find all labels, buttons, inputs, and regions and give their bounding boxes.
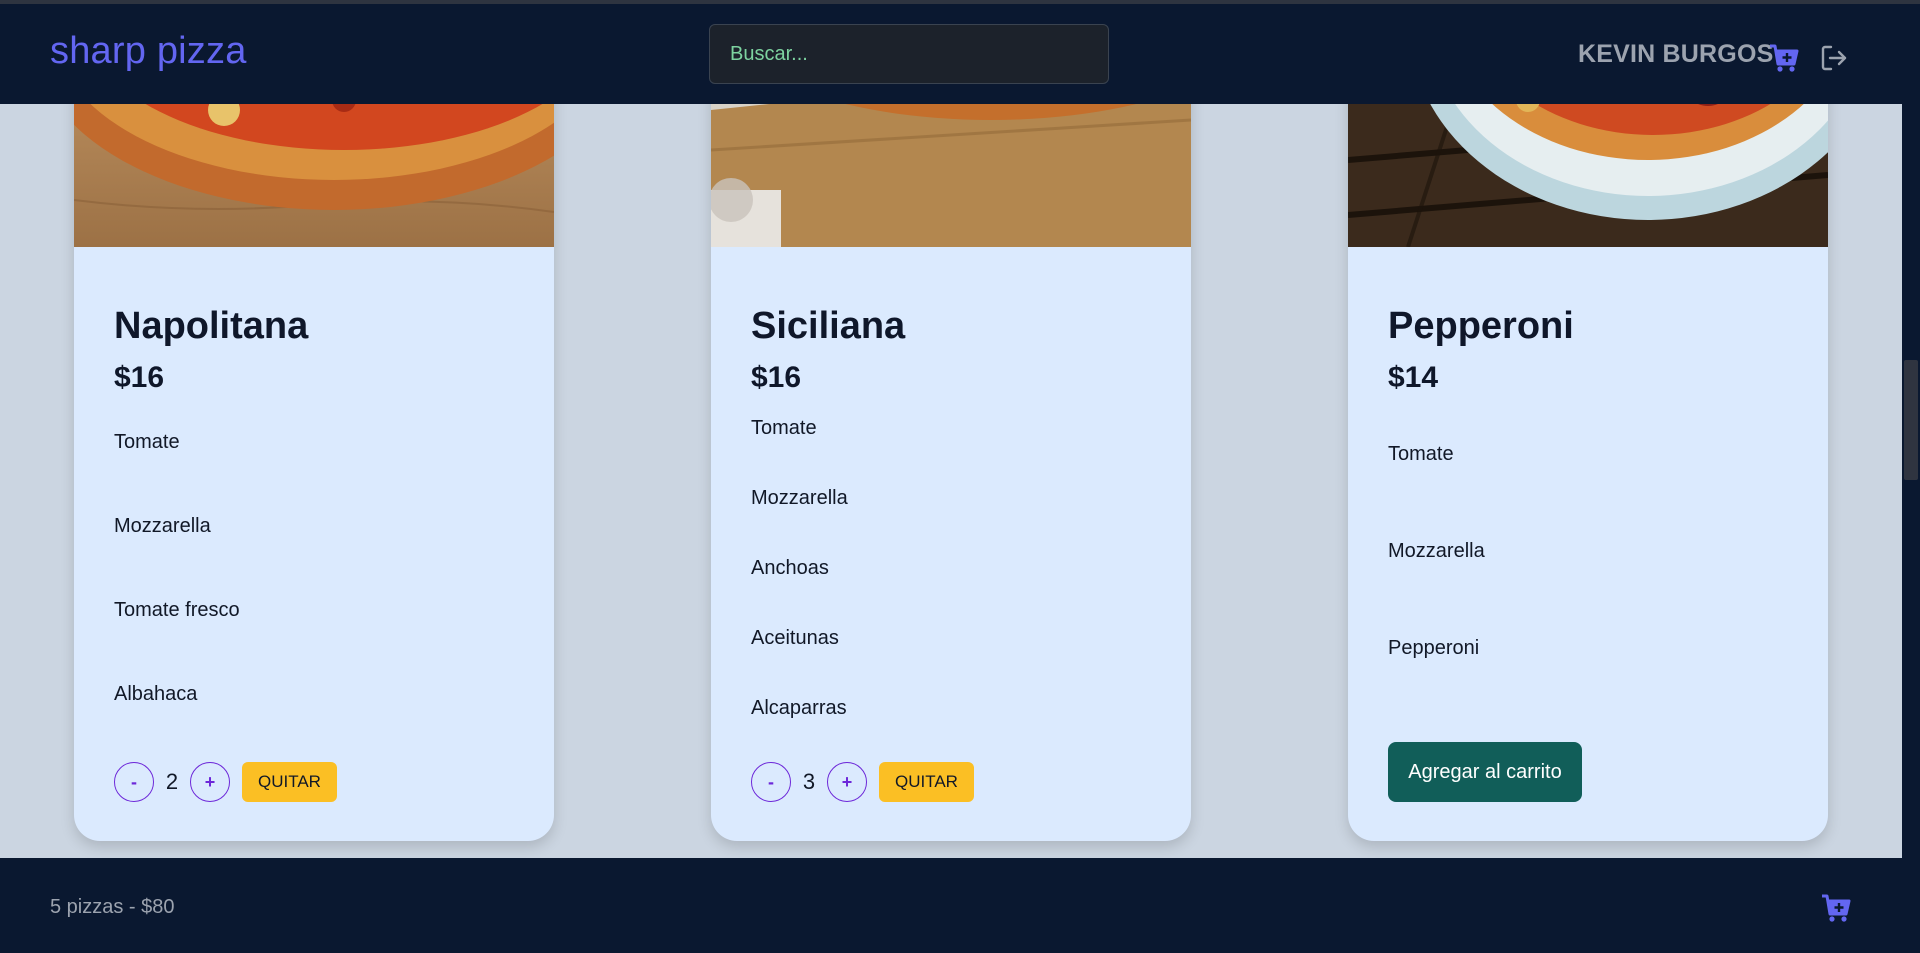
decrease-button[interactable]: - <box>751 762 791 802</box>
quantity-controls: - 2 + QUITAR <box>114 762 337 802</box>
pizza-price: $16 <box>751 361 802 394</box>
increase-button[interactable]: + <box>190 762 230 802</box>
remove-button[interactable]: QUITAR <box>242 762 337 802</box>
logout-icon[interactable] <box>1818 42 1850 74</box>
quantity-value: 2 <box>165 769 179 794</box>
pizza-price: $16 <box>114 361 165 394</box>
ingredient: Mozzarella <box>114 515 211 537</box>
ingredient: Pepperoni <box>1388 637 1480 659</box>
cart-icon[interactable] <box>1818 890 1854 926</box>
ingredient: Tomate <box>751 417 817 439</box>
add-to-cart-button[interactable]: Agregar al carrito <box>1388 742 1582 802</box>
user-name: KEVIN BURGOS <box>1578 40 1774 68</box>
ingredient: Anchoas <box>751 557 829 579</box>
cart-summary-bar: 5 pizzas - $80 <box>0 858 1902 953</box>
pizza-card: Pepperoni $14 Tomate Mozzarella Pepperon… <box>1348 0 1828 841</box>
pizza-name: Siciliana <box>751 305 906 347</box>
pizza-card-body: Napolitana $16 Tomate Mozzarella Tomate … <box>114 247 514 841</box>
ingredient: Tomate <box>1388 443 1454 465</box>
cart-summary: 5 pizzas - $80 <box>50 896 175 918</box>
pizza-name: Pepperoni <box>1388 305 1574 347</box>
top-navbar: sharp pizza KEVIN BURGOS <box>0 4 1902 104</box>
pizza-card-body: Siciliana $16 Tomate Mozzarella Anchoas … <box>751 247 1151 841</box>
decrease-button[interactable]: - <box>114 762 154 802</box>
window-top-border <box>0 0 1920 4</box>
pizza-card: Siciliana $16 Tomate Mozzarella Anchoas … <box>711 0 1191 841</box>
quantity-value: 3 <box>802 769 816 794</box>
pizza-price: $14 <box>1388 361 1439 394</box>
cart-icon[interactable] <box>1766 40 1802 76</box>
pizza-name: Napolitana <box>114 305 309 347</box>
ingredient: Alcaparras <box>751 697 847 719</box>
ingredient: Aceitunas <box>751 627 839 649</box>
brand-logo[interactable]: sharp pizza <box>50 30 247 73</box>
pizza-card: Napolitana $16 Tomate Mozzarella Tomate … <box>74 0 554 841</box>
increase-button[interactable]: + <box>827 762 867 802</box>
ingredient: Albahaca <box>114 683 198 705</box>
pizza-card-body: Pepperoni $14 Tomate Mozzarella Pepperon… <box>1388 247 1788 841</box>
ingredient: Tomate <box>114 431 180 453</box>
ingredient: Tomate fresco <box>114 599 240 621</box>
quantity-controls: - 3 + QUITAR <box>751 762 974 802</box>
search-input[interactable] <box>709 24 1109 84</box>
ingredient: Mozzarella <box>1388 540 1485 562</box>
scrollbar-thumb[interactable] <box>1904 360 1918 480</box>
remove-button[interactable]: QUITAR <box>879 762 974 802</box>
ingredient: Mozzarella <box>751 487 848 509</box>
